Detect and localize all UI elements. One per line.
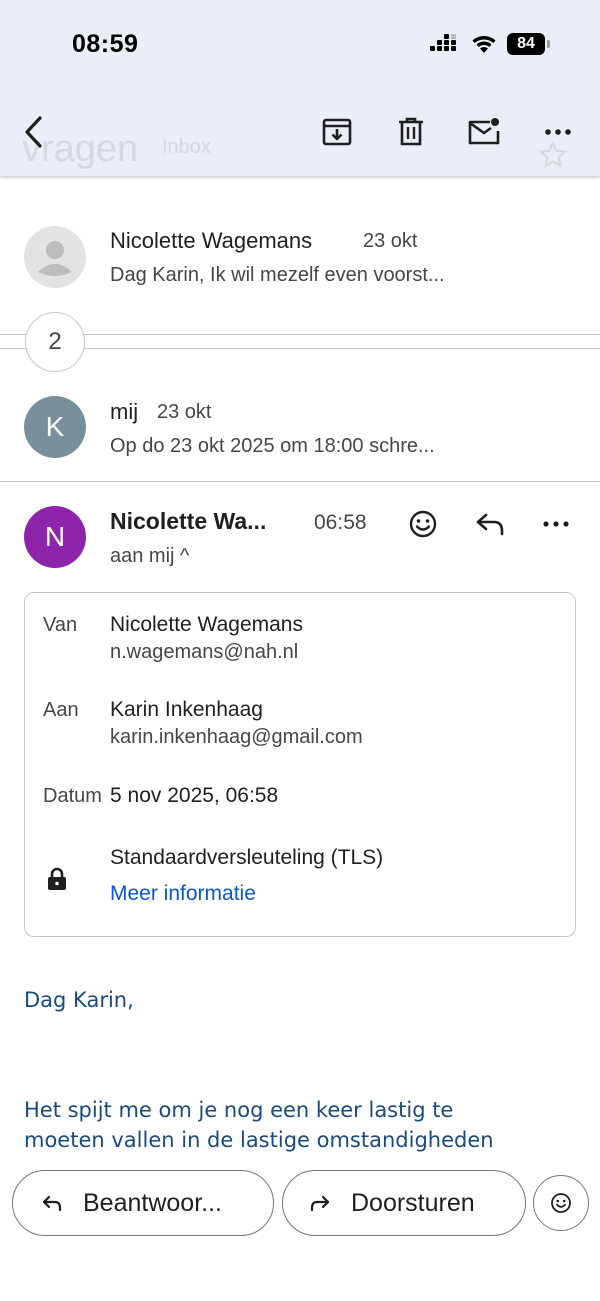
body-line: moeten vallen in de lastige omstandighed… (24, 1128, 494, 1152)
more-vert-icon[interactable] (538, 112, 578, 152)
collapsed-divider-top (0, 334, 600, 335)
wifi-icon (472, 36, 496, 53)
forward-label: Doorsturen (351, 1188, 475, 1217)
mark-unread-icon[interactable] (464, 112, 504, 152)
message-date: 23 okt (363, 230, 418, 252)
body-greeting: Dag Karin, (24, 988, 134, 1012)
battery-level: 84 (507, 33, 545, 55)
sender-name: mij (110, 399, 139, 424)
collapsed-label: Inbox (162, 136, 211, 158)
message-details-card: Van Nicolette Wagemans n.wagemans@nah.nl… (24, 592, 576, 937)
add-reaction-icon[interactable] (405, 506, 441, 542)
to-name: Karin Inkenhaag (110, 698, 263, 721)
reply-button[interactable]: Beantwoor... (12, 1170, 274, 1236)
from-name: Nicolette Wagemans (110, 613, 303, 636)
back-arrow-icon[interactable] (18, 112, 52, 152)
avatar (24, 226, 86, 288)
top-app-bar: 08:59 84 vragen Inbox (0, 0, 600, 176)
sender-name: Nicolette Wa... (110, 508, 267, 534)
avatar: K (24, 396, 86, 458)
reply-label: Beantwoor... (83, 1188, 222, 1217)
sender-name: Nicolette Wagemans (110, 228, 313, 253)
date-label: Datum (43, 785, 102, 807)
status-time: 08:59 (72, 30, 139, 58)
body-line: Het spijt me om je nog een keer lastig t… (24, 1098, 454, 1122)
delete-icon[interactable] (391, 112, 431, 152)
date-value: 5 nov 2025, 06:58 (110, 784, 279, 807)
from-label: Van (43, 614, 78, 636)
emoji-react-button[interactable] (533, 1175, 589, 1231)
emoji-icon (551, 1193, 571, 1213)
collapsed-message-1[interactable]: Nicolette Wagemans 23 okt Dag Karin, Ik … (0, 210, 600, 310)
battery-tip (547, 40, 550, 48)
cellular-signal-icon (430, 34, 456, 51)
recipients-toggle[interactable]: aan mij ^ (110, 545, 189, 568)
message-time: 06:58 (314, 511, 367, 534)
collapsed-divider-bottom (0, 348, 600, 349)
archive-icon[interactable] (317, 112, 357, 152)
from-email[interactable]: n.wagemans@nah.nl (110, 641, 298, 664)
lock-icon (48, 867, 66, 890)
message-divider (0, 481, 600, 482)
reply-icon (42, 1195, 62, 1212)
to-label: Aan (43, 699, 79, 721)
to-email[interactable]: karin.inkenhaag@gmail.com (110, 726, 363, 749)
collapsed-message-2[interactable]: K mij 23 okt Op do 23 okt 2025 om 18:00 … (0, 380, 600, 480)
hidden-messages-count[interactable]: 2 (25, 312, 85, 372)
avatar: N (24, 506, 86, 568)
battery-icon: 84 (507, 33, 551, 55)
message-date: 23 okt (157, 401, 212, 423)
message-snippet: Dag Karin, Ik wil mezelf even voorst... (110, 264, 445, 286)
more-info-link[interactable]: Meer informatie (110, 882, 256, 906)
forward-button[interactable]: Doorsturen (282, 1170, 526, 1236)
forward-icon (310, 1195, 330, 1212)
encryption-info: Standaardversleuteling (TLS) (110, 846, 384, 869)
person-icon (38, 241, 72, 276)
reply-icon[interactable] (472, 506, 508, 542)
message-snippet: Op do 23 okt 2025 om 18:00 schre... (110, 435, 435, 457)
more-vert-icon[interactable] (538, 506, 574, 542)
